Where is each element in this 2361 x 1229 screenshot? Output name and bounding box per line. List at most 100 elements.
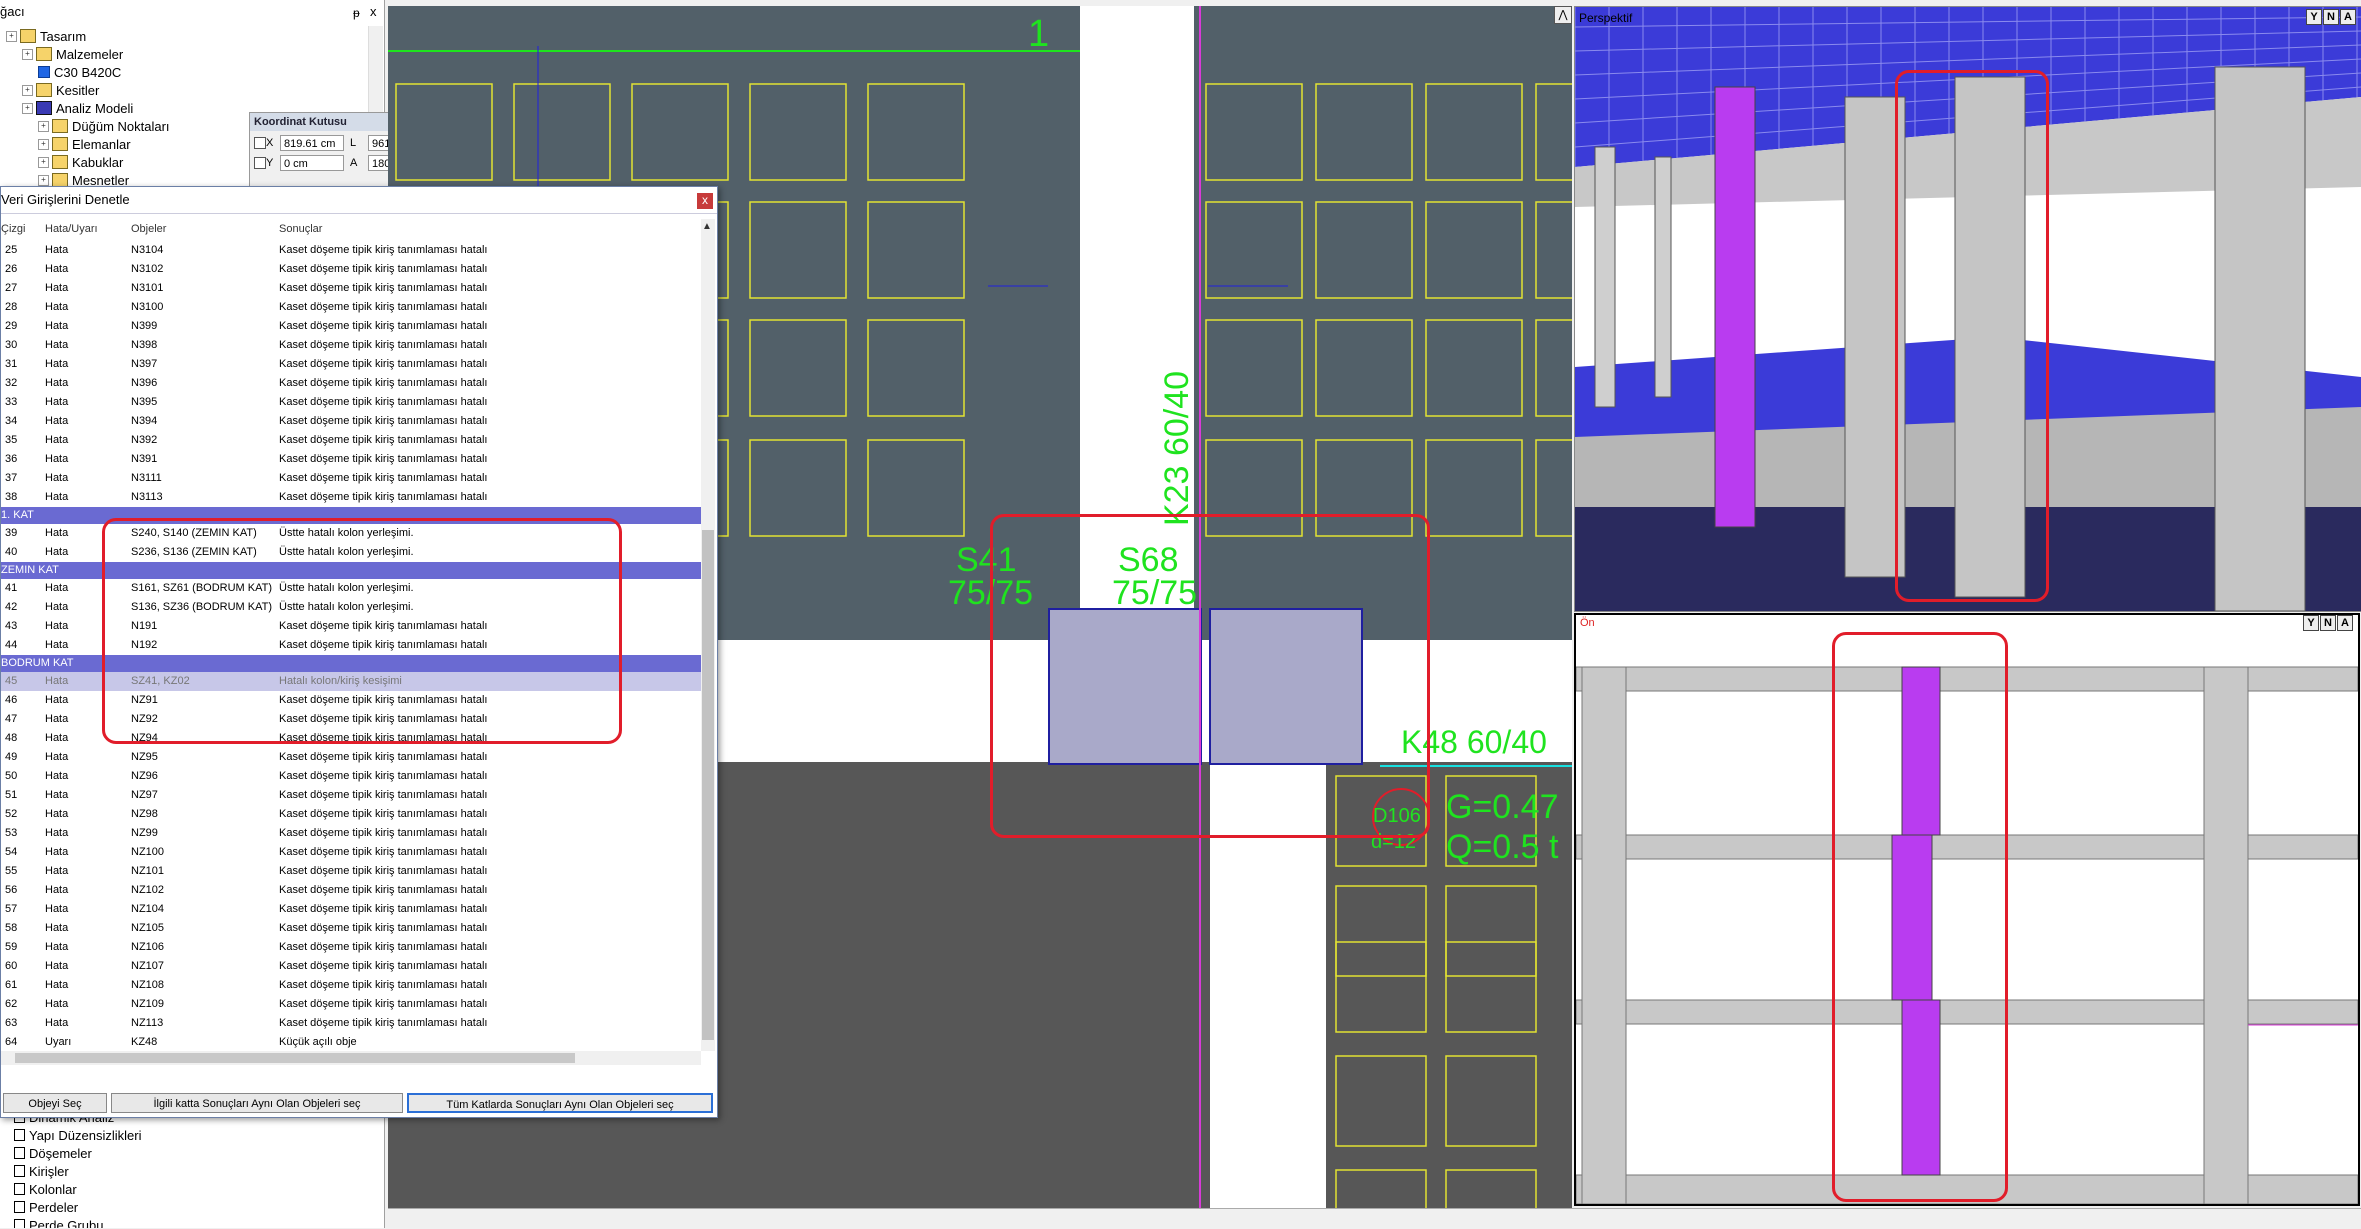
table-row[interactable]: 58 Hata NZ105 Kaset döşeme tipik kiriş tanı… (1, 919, 701, 938)
view-btn-a[interactable]: A (2340, 9, 2356, 25)
select-same-floor-button[interactable]: İlgili katta Sonuçları Aynı Olan Objeler… (111, 1093, 403, 1113)
table-row[interactable]: 61 Hata NZ108 Kaset döşeme tipik kiriş tanı… (1, 976, 701, 995)
expand-icon[interactable]: + (38, 156, 49, 168)
expand-icon[interactable]: + (38, 120, 49, 132)
horizontal-scroll-thumb[interactable] (15, 1053, 575, 1063)
select-all-floors-button[interactable]: Tüm Katlarda Sonuçları Aynı Olan Objeler… (407, 1093, 713, 1113)
tree-item[interactable]: + Kabuklar (38, 153, 123, 171)
cell-t: Hata (45, 620, 69, 632)
highlighted-column[interactable] (1714, 86, 1756, 528)
tree-item[interactable]: + Analiz Modeli (22, 99, 133, 117)
cell-o: NZ105 (131, 922, 165, 934)
table-row[interactable]: 30 Hata N398 Kaset döşeme tipik kiriş tanım… (1, 336, 701, 355)
tree-item[interactable]: + Düğüm Noktaları (38, 117, 170, 135)
table-row[interactable]: 49 Hata NZ95 Kaset döşeme tipik kiriş tanım… (1, 748, 701, 767)
table-row[interactable]: 38 Hata N3113 Kaset döşeme tipik kiriş tanı… (1, 488, 701, 507)
cell-n: 44 (5, 639, 18, 651)
x-field[interactable]: 819.61 cm (280, 135, 344, 151)
table-row[interactable]: 59 Hata NZ106 Kaset döşeme tipik kiriş tanı… (1, 938, 701, 957)
front-btn-y[interactable]: Y (2303, 615, 2319, 631)
y-field[interactable]: 0 cm (280, 155, 344, 171)
table-row[interactable]: 56 Hata NZ102 Kaset döşeme tipik kiriş tanı… (1, 881, 701, 900)
expand-icon[interactable]: + (38, 138, 49, 150)
cell-t: Hata (45, 675, 69, 687)
expand-icon[interactable]: + (22, 102, 33, 114)
expand-icon[interactable]: + (38, 174, 49, 186)
tree-item[interactable]: Perdeler (14, 1198, 78, 1216)
tree-close-icon[interactable]: x (370, 4, 377, 19)
view-btn-n[interactable]: N (2323, 9, 2339, 25)
cell-s: Kaset döşeme tipik kiriş tanımlaması hat… (279, 1017, 488, 1029)
table-row[interactable]: 34 Hata N394 Kaset döşeme tipik kiriş tanım… (1, 412, 701, 431)
table-row[interactable]: 60 Hata NZ107 Kaset döşeme tipik kiriş tanı… (1, 957, 701, 976)
table-row[interactable]: 54 Hata NZ100 Kaset döşeme tipik kiriş tanı… (1, 843, 701, 862)
tree-item[interactable]: + Tasarım (6, 27, 86, 45)
table-row[interactable]: 25 Hata N3104 Kaset döşeme tipik kiriş tanı… (1, 241, 701, 260)
slab-cell (395, 83, 493, 181)
expand-icon[interactable]: + (6, 30, 17, 42)
expand-icon[interactable]: + (22, 84, 33, 96)
grid-icon (36, 101, 52, 115)
table-row[interactable]: 29 Hata N399 Kaset döşeme tipik kiriş tanım… (1, 317, 701, 336)
cell-s: Kaset döşeme tipik kiriş tanımlaması hat… (279, 770, 488, 782)
col-header-objects[interactable]: Objeler (131, 219, 166, 239)
table-row[interactable]: 64 Uyarı KZ48 Küçük açılı obje (1, 1033, 701, 1051)
tree-item[interactable]: + Elemanlar (38, 135, 131, 153)
tree-item[interactable]: Döşemeler (14, 1144, 92, 1162)
table-row[interactable]: 53 Hata NZ99 Kaset döşeme tipik kiriş tanım… (1, 824, 701, 843)
view-btn-y[interactable]: Y (2306, 9, 2322, 25)
front-label: Ön (1580, 617, 1595, 629)
col-header-type[interactable]: Hata/Uyarı (45, 219, 98, 239)
tree-item[interactable]: Kolonlar (14, 1180, 77, 1198)
cell-o: NZ99 (131, 827, 158, 839)
table-row[interactable]: 32 Hata N396 Kaset döşeme tipik kiriş tanım… (1, 374, 701, 393)
tree-item[interactable]: Perde Grubu (14, 1216, 103, 1228)
cad-corner-button[interactable]: ⋀ (1554, 6, 1572, 24)
table-row[interactable]: 26 Hata N3102 Kaset döşeme tipik kiriş tanı… (1, 260, 701, 279)
cell-n: 64 (5, 1036, 18, 1048)
col-header-results[interactable]: Sonuçlar (279, 219, 322, 239)
col-header-line[interactable]: Çizgi (1, 219, 25, 239)
table-row[interactable]: 62 Hata NZ109 Kaset döşeme tipik kiriş tanı… (1, 995, 701, 1014)
table-row[interactable]: 35 Hata N392 Kaset döşeme tipik kiriş tanım… (1, 431, 701, 450)
table-row[interactable]: 31 Hata N397 Kaset döşeme tipik kiriş tanım… (1, 355, 701, 374)
tree-item[interactable]: Yapı Düzensizlikleri (14, 1126, 141, 1144)
table-row[interactable]: 52 Hata NZ98 Kaset döşeme tipik kiriş tanım… (1, 805, 701, 824)
x-checkbox[interactable] (254, 137, 266, 149)
table-row[interactable]: 33 Hata N395 Kaset döşeme tipik kiriş tanım… (1, 393, 701, 412)
tree-item-label: Elemanlar (72, 136, 131, 152)
front-btn-a[interactable]: A (2337, 615, 2353, 631)
table-row[interactable]: 57 Hata NZ104 Kaset döşeme tipik kiriş tanı… (1, 900, 701, 919)
cell-n: 51 (5, 789, 18, 801)
table-row[interactable]: 36 Hata N391 Kaset döşeme tipik kiriş tanım… (1, 450, 701, 469)
table-row[interactable]: 50 Hata NZ96 Kaset döşeme tipik kiriş tanım… (1, 767, 701, 786)
table-row[interactable]: 28 Hata N3100 Kaset döşeme tipik kiriş tanı… (1, 298, 701, 317)
cell-s: Kaset döşeme tipik kiriş tanımlaması hat… (279, 453, 488, 465)
table-row[interactable]: 37 Hata N3111 Kaset döşeme tipik kiriş tanı… (1, 469, 701, 488)
tree-item[interactable]: + Kesitler (22, 81, 99, 99)
tree-item[interactable]: C30 B420C (38, 63, 121, 81)
scroll-up-icon[interactable]: ▲ (702, 221, 712, 232)
cell-n: 60 (5, 960, 18, 972)
cell-o: N3101 (131, 282, 164, 294)
front-btn-n[interactable]: N (2320, 615, 2336, 631)
select-object-button[interactable]: Objeyi Seç (3, 1093, 107, 1113)
tree-item-label: Kirişler (29, 1163, 69, 1179)
cell-o: N3113 (131, 491, 163, 503)
dialog-close-button[interactable]: x (697, 193, 713, 209)
table-row[interactable]: 63 Hata NZ113 Kaset döşeme tipik kiriş tanı… (1, 1014, 701, 1033)
slab-cell (1205, 201, 1303, 299)
pin-icon[interactable]: ᵽ (353, 6, 360, 20)
tree-item[interactable]: Kirişler (14, 1162, 69, 1180)
cell-s: Kaset döşeme tipik kiriş tanımlaması hat… (279, 827, 488, 839)
vertical-scroll-thumb[interactable] (702, 530, 714, 1040)
slab-cell (513, 83, 611, 181)
table-row[interactable]: 51 Hata NZ97 Kaset döşeme tipik kiriş tanım… (1, 786, 701, 805)
perspective-view-buttons: YNA (2305, 9, 2356, 25)
tree-item[interactable]: + Malzemeler (22, 45, 123, 63)
cell-t: Hata (45, 582, 69, 594)
y-checkbox[interactable] (254, 157, 266, 169)
table-row[interactable]: 27 Hata N3101 Kaset döşeme tipik kiriş tanı… (1, 279, 701, 298)
expand-icon[interactable]: + (22, 48, 33, 60)
table-row[interactable]: 55 Hata NZ101 Kaset döşeme tipik kiriş tanı… (1, 862, 701, 881)
